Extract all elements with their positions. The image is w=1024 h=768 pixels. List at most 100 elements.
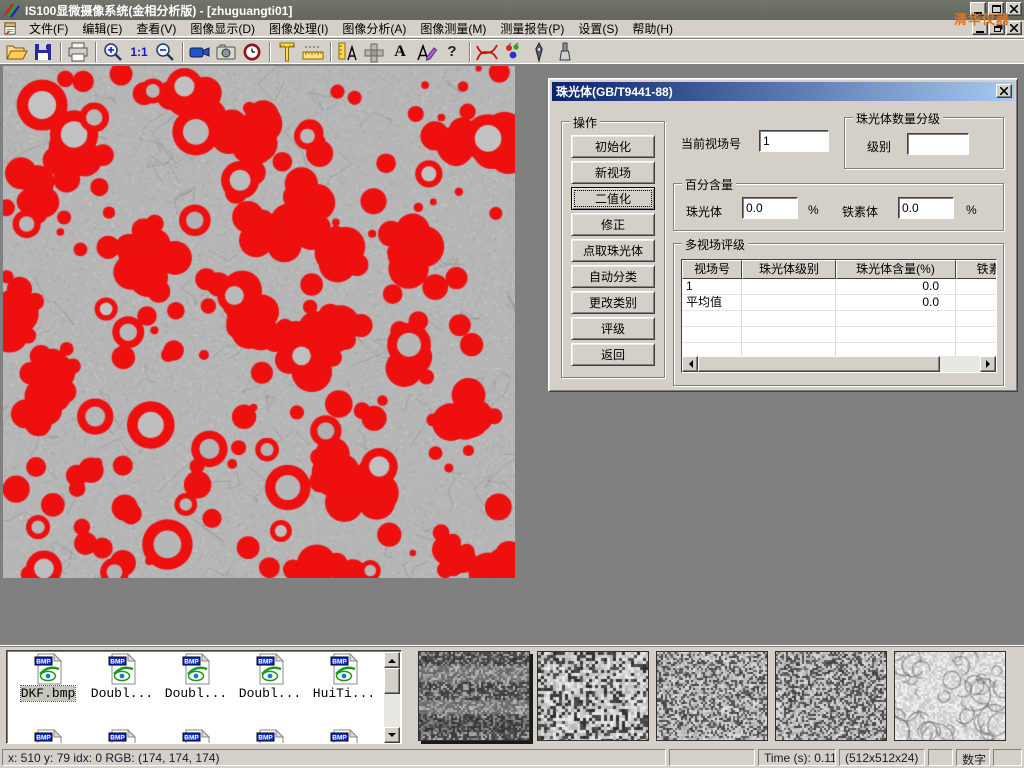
file-item[interactable]: BMP DKF.bmp bbox=[11, 653, 85, 701]
zoom-in-button[interactable] bbox=[100, 40, 126, 64]
file-item[interactable]: BMP Doubl... bbox=[159, 653, 233, 701]
save-button[interactable] bbox=[30, 40, 56, 64]
curve-tool-button[interactable] bbox=[474, 40, 500, 64]
current-field-input[interactable] bbox=[759, 130, 829, 152]
scroll-up-button[interactable] bbox=[384, 652, 400, 668]
menu-view[interactable]: 查看(V) bbox=[129, 19, 183, 38]
child-minimize-button[interactable] bbox=[972, 21, 988, 35]
title-bar[interactable]: IS100显微摄像系统(金相分析版) - [zhuguangti01] bbox=[0, 0, 1024, 20]
camera-icon bbox=[214, 41, 238, 63]
actual-size-button[interactable]: 1:1 bbox=[126, 40, 152, 64]
ferrite-label: 铁素体 bbox=[842, 203, 878, 220]
menu-help[interactable]: 帮助(H) bbox=[625, 19, 680, 38]
thumbnail-3[interactable] bbox=[656, 651, 768, 741]
binarize-button[interactable]: 二值化 bbox=[571, 187, 655, 210]
pen-icon bbox=[527, 41, 551, 63]
measure-text-button[interactable] bbox=[335, 40, 361, 64]
menu-file[interactable]: 文件(F) bbox=[22, 19, 75, 38]
scroll-down-button[interactable] bbox=[384, 727, 400, 743]
file-item[interactable]: BMP Doubl... bbox=[233, 653, 307, 701]
open-folder-icon bbox=[5, 41, 29, 63]
table-row[interactable]: 1 0.0 bbox=[682, 279, 996, 295]
particle-classes-button[interactable] bbox=[500, 40, 526, 64]
scroll-left-button[interactable] bbox=[682, 356, 698, 372]
brush-tool-button[interactable] bbox=[552, 40, 578, 64]
annotate-button[interactable] bbox=[413, 40, 439, 64]
cell-ferrite bbox=[956, 295, 997, 311]
file-item[interactable]: BMP HuiTi... bbox=[307, 653, 381, 701]
auto-classify-button[interactable]: 自动分类 bbox=[571, 265, 655, 288]
print-button[interactable] bbox=[65, 40, 91, 64]
minimize-icon bbox=[974, 12, 982, 14]
cell-ferrite bbox=[956, 279, 997, 295]
scroll-right-button[interactable] bbox=[980, 356, 996, 372]
video-capture-button[interactable] bbox=[187, 40, 213, 64]
new-field-button[interactable]: 新视场 bbox=[571, 161, 655, 184]
col-field-number: 视场号 bbox=[682, 260, 742, 279]
rate-button[interactable]: 评级 bbox=[571, 317, 655, 340]
scrollbar-track[interactable] bbox=[940, 356, 980, 372]
bmp-file-icon: BMP bbox=[254, 653, 286, 685]
file-item[interactable]: BMP Doubl... bbox=[85, 653, 159, 701]
ruler-button[interactable] bbox=[300, 40, 326, 64]
status-time: Time (s): 0.113 bbox=[758, 749, 836, 766]
table-horizontal-scrollbar[interactable] bbox=[682, 356, 996, 372]
scrollbar-thumb[interactable] bbox=[698, 356, 940, 372]
pick-pearlite-button[interactable]: 点取珠光体 bbox=[571, 239, 655, 262]
correct-button[interactable]: 修正 bbox=[571, 213, 655, 236]
open-button[interactable] bbox=[4, 40, 30, 64]
dialog-title: 珠光体(GB/T9441-88) bbox=[556, 83, 673, 100]
timer-button[interactable] bbox=[239, 40, 265, 64]
thumbnail-strip bbox=[418, 651, 1006, 741]
thumbnail-1[interactable] bbox=[418, 651, 530, 741]
initialize-button[interactable]: 初始化 bbox=[571, 135, 655, 158]
grade-input[interactable] bbox=[907, 133, 969, 155]
app-maximize-button[interactable] bbox=[988, 2, 1004, 16]
document-system-menu-icon[interactable] bbox=[3, 21, 18, 36]
registration-button[interactable] bbox=[361, 40, 387, 64]
thumbnail-5[interactable] bbox=[894, 651, 1006, 741]
pearlite-percent-input[interactable] bbox=[742, 197, 798, 219]
dialog-title-bar[interactable]: 珠光体(GB/T9441-88) bbox=[552, 82, 1014, 101]
help-button[interactable]: ? bbox=[439, 40, 465, 64]
file-name: Doubl... bbox=[91, 686, 153, 701]
app-close-button[interactable] bbox=[1006, 2, 1022, 16]
menu-image-processing[interactable]: 图像处理(I) bbox=[262, 19, 335, 38]
col-ferrite-content: 铁素体含量(%) bbox=[956, 260, 997, 279]
zoom-out-button[interactable] bbox=[152, 40, 178, 64]
status-empty-panel bbox=[993, 749, 1022, 766]
child-restore-button[interactable] bbox=[989, 21, 1005, 35]
caliper-measure-button[interactable] bbox=[274, 40, 300, 64]
menu-edit[interactable]: 编辑(E) bbox=[75, 19, 129, 38]
rating-table[interactable]: 视场号 珠光体级别 珠光体含量(%) 铁素体含量(%) 1 0.0 平均值 0.… bbox=[681, 259, 997, 373]
file-list-scrollbar[interactable] bbox=[384, 652, 400, 743]
file-list[interactable]: BMP DKF.bmp BMP Doubl... BMP Doubl... BM… bbox=[6, 650, 402, 744]
return-button[interactable]: 返回 bbox=[571, 343, 655, 366]
snapshot-button[interactable] bbox=[213, 40, 239, 64]
cell-field: 1 bbox=[682, 279, 742, 295]
text-button[interactable]: A bbox=[387, 40, 413, 64]
ferrite-percent-input[interactable] bbox=[898, 197, 954, 219]
table-row[interactable]: 平均值 0.0 bbox=[682, 295, 996, 311]
dialog-close-button[interactable] bbox=[996, 84, 1012, 98]
file-name: Doubl... bbox=[165, 686, 227, 701]
menu-image-analysis[interactable]: 图像分析(A) bbox=[335, 19, 413, 38]
arrow-down-icon bbox=[388, 733, 396, 741]
thumbnail-2[interactable] bbox=[537, 651, 649, 741]
scrollbar-thumb[interactable] bbox=[384, 668, 400, 694]
grade-group: 珠光体数量分级 级别 bbox=[844, 117, 1004, 169]
status-bar: x: 510 y: 79 idx: 0 RGB: (174, 174, 174)… bbox=[0, 747, 1024, 768]
micrograph-image-binarized[interactable] bbox=[3, 66, 515, 578]
thumbnail-4[interactable] bbox=[775, 651, 887, 741]
menu-settings[interactable]: 设置(S) bbox=[571, 19, 625, 38]
bmp-file-icon: BMP bbox=[254, 729, 286, 744]
menu-image-measure[interactable]: 图像测量(M) bbox=[413, 19, 493, 38]
app-minimize-button[interactable] bbox=[970, 2, 986, 16]
pen-tool-button[interactable] bbox=[526, 40, 552, 64]
menu-image-display[interactable]: 图像显示(D) bbox=[183, 19, 262, 38]
menu-measure-report[interactable]: 测量报告(P) bbox=[493, 19, 571, 38]
pearlite-unit: % bbox=[808, 203, 819, 217]
child-close-button[interactable] bbox=[1006, 21, 1022, 35]
change-class-button[interactable]: 更改类别 bbox=[571, 291, 655, 314]
status-cursor-position: x: 510 y: 79 idx: 0 RGB: (174, 174, 174) bbox=[2, 749, 666, 766]
